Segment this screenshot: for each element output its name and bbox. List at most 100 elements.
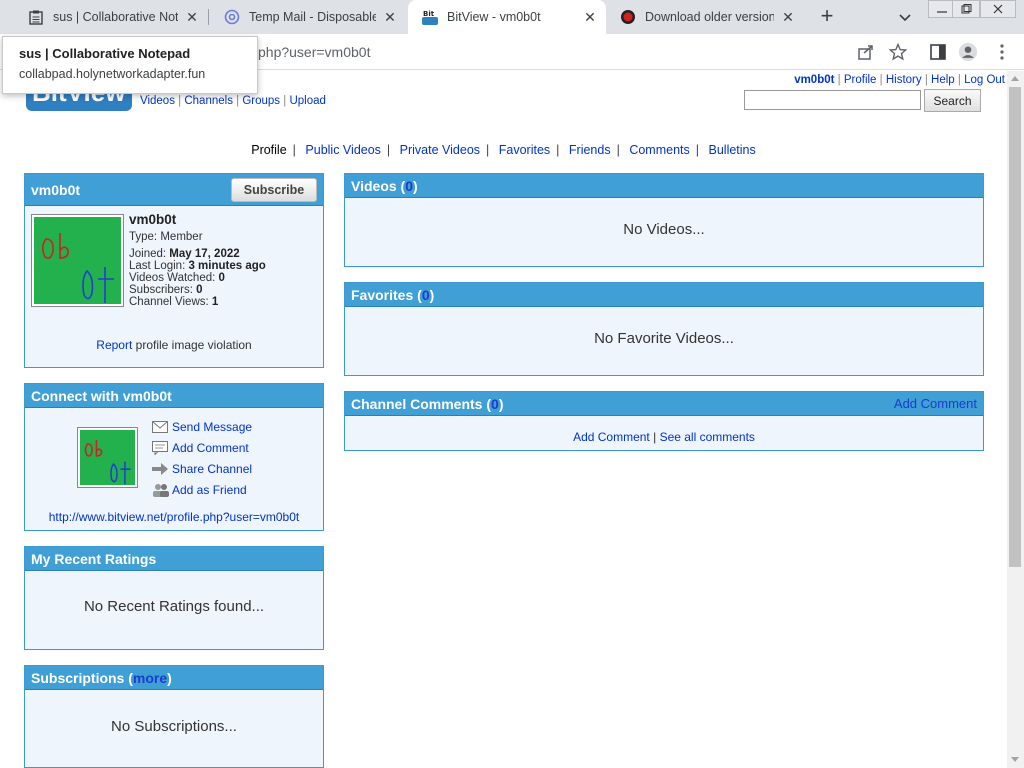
videos-box: Videos (0) No Videos... [344,173,984,267]
avatar-image [80,430,135,485]
favorites-empty-message: No Favorite Videos... [594,330,734,347]
profile-box: vm0b0t Subscribe vm0b0t Type: Member Joi… [24,173,324,368]
favorites-box-header: Favorites (0) [345,283,983,307]
subscriptions-empty-message: No Subscriptions... [111,718,237,735]
channel-comments-box-header: Channel Comments (0) Add Comment [345,392,983,416]
close-icon[interactable]: ✕ [582,9,598,25]
browser-tab-title: Download older versions [645,10,774,24]
close-window-icon[interactable] [980,0,1016,18]
browser-tabstrip: sus | Collaborative Notepad ✕ Temp Mail … [0,0,1024,34]
subscriptions-box-header: Subscriptions (more) [25,666,323,690]
scrollbar-thumb[interactable] [1009,87,1021,567]
page-scrollbar[interactable] [1007,71,1024,768]
browser-tab-bitview[interactable]: Bit BitView - vm0b0t ✕ [408,0,606,34]
tooltip-url: collabpad.holynetworkadapter.fun [19,67,206,81]
user-links: vm0b0t | Profile | History | Help | Log … [794,74,1005,86]
record-icon [620,9,636,25]
subscribe-button[interactable]: Subscribe [231,177,317,202]
nav-channels[interactable]: Channels [184,95,233,107]
videos-box-header: Videos (0) [345,174,983,198]
sidebar-icon[interactable] [928,42,948,62]
notepad-icon [28,9,44,25]
avatar-image [34,217,121,304]
search-input[interactable] [744,90,921,110]
favorites-box-title: Favorites (0) [351,286,435,303]
profile-videos-watched: Videos Watched: 0 [129,272,225,284]
profile-box-header: vm0b0t Subscribe [25,174,323,206]
tab-hover-tooltip: sus | Collaborative Notepad collabpad.ho… [2,36,258,94]
comment-icon [151,441,169,455]
bitview-icon: Bit [422,9,438,25]
browser-tab-title: Temp Mail - Disposable Temporary Email [249,10,376,24]
close-icon[interactable]: ✕ [382,9,398,25]
add-comment-link[interactable]: Add Comment [573,430,650,444]
close-icon[interactable]: ✕ [780,9,796,25]
scroll-down-arrow[interactable] [1011,757,1019,762]
address-bar[interactable]: php?user=vm0b0t [258,44,370,60]
report-link[interactable]: Report [96,338,132,352]
profile-subnav: Profile | Public Videos | Private Videos | … [251,143,756,157]
connect-box: Connect with vm0b0t Send Message Add Com… [24,383,324,531]
browser-tab-notepad[interactable]: sus | Collaborative Notepad ✕ [14,0,208,34]
user-link-username[interactable]: vm0b0t [794,74,834,86]
profile-box-title: vm0b0t [31,181,81,198]
ratings-empty-message: No Recent Ratings found... [83,598,265,615]
nav-videos[interactable]: Videos [140,95,175,107]
tab-separator [208,9,209,25]
kebab-menu-icon[interactable] [992,42,1012,62]
page-viewport: BitView Videos | Channels | Groups | Upl… [0,71,1007,768]
search-button[interactable]: Search [924,89,981,112]
connect-box-title: Connect with vm0b0t [31,387,172,404]
share-arrow-icon [151,462,169,476]
add-friend-icon [151,483,169,497]
browser-tab-download[interactable]: Download older versions ✕ [606,0,804,34]
profile-type: Type: Member [129,231,203,243]
nav-upload[interactable]: Upload [289,95,325,107]
comments-links: Add Comment | See all comments [573,430,755,444]
chevron-down-icon[interactable] [895,7,915,27]
new-tab-button[interactable]: + [815,5,839,29]
subnav-comments[interactable]: Comments [629,143,689,157]
subscriptions-box: Subscriptions (more) No Subscriptions... [24,665,324,768]
browser-tab-tempmail[interactable]: Temp Mail - Disposable Temporary Email ✕ [210,0,406,34]
channel-comments-box: Channel Comments (0) Add Comment Add Com… [344,391,984,451]
send-message-action[interactable]: Send Message [151,420,252,434]
svg-text:Bit: Bit [423,10,435,18]
subnav-profile: Profile [251,143,287,157]
ratings-box: My Recent Ratings No Recent Ratings foun… [24,546,324,650]
favorites-box: Favorites (0) No Favorite Videos... [344,282,984,376]
videos-box-title: Videos (0) [351,177,418,194]
star-icon[interactable] [888,42,908,62]
close-icon[interactable]: ✕ [184,9,200,25]
add-comment-action[interactable]: Add Comment [151,441,249,455]
connect-avatar [77,427,138,488]
user-link-logout[interactable]: Log Out [964,74,1005,86]
share-channel-action[interactable]: Share Channel [151,462,252,476]
subnav-private-videos[interactable]: Private Videos [400,143,480,157]
at-sign-icon [224,9,240,25]
user-link-help[interactable]: Help [931,74,955,86]
profile-avatar-icon[interactable] [958,42,978,62]
user-link-history[interactable]: History [886,74,922,86]
profile-info: vm0b0t Type: Member Joined: May 17, 2022… [129,213,266,308]
profile-url[interactable]: http://www.bitview.net/profile.php?user=… [25,510,323,524]
see-all-comments-link[interactable]: See all comments [660,430,755,444]
subnav-friends[interactable]: Friends [569,143,611,157]
scroll-up-arrow[interactable] [1011,76,1019,81]
browser-tab-title: BitView - vm0b0t [447,10,541,24]
nav-groups[interactable]: Groups [242,95,280,107]
add-friend-action[interactable]: Add as Friend [151,483,247,497]
subscriptions-more-link[interactable]: more [133,670,167,686]
site-nav: Videos | Channels | Groups | Upload [140,95,326,107]
subnav-favorites[interactable]: Favorites [499,143,550,157]
ratings-box-title: My Recent Ratings [31,550,157,567]
subscriptions-box-title: Subscriptions (more) [31,669,172,686]
user-link-profile[interactable]: Profile [844,74,877,86]
add-comment-header-link[interactable]: Add Comment [894,396,977,411]
restore-icon[interactable] [952,0,980,18]
subnav-bulletins[interactable]: Bulletins [709,143,756,157]
report-line: Report profile image violation [96,338,252,352]
share-icon[interactable] [856,42,876,62]
subnav-public-videos[interactable]: Public Videos [305,143,381,157]
avatar [31,214,124,307]
